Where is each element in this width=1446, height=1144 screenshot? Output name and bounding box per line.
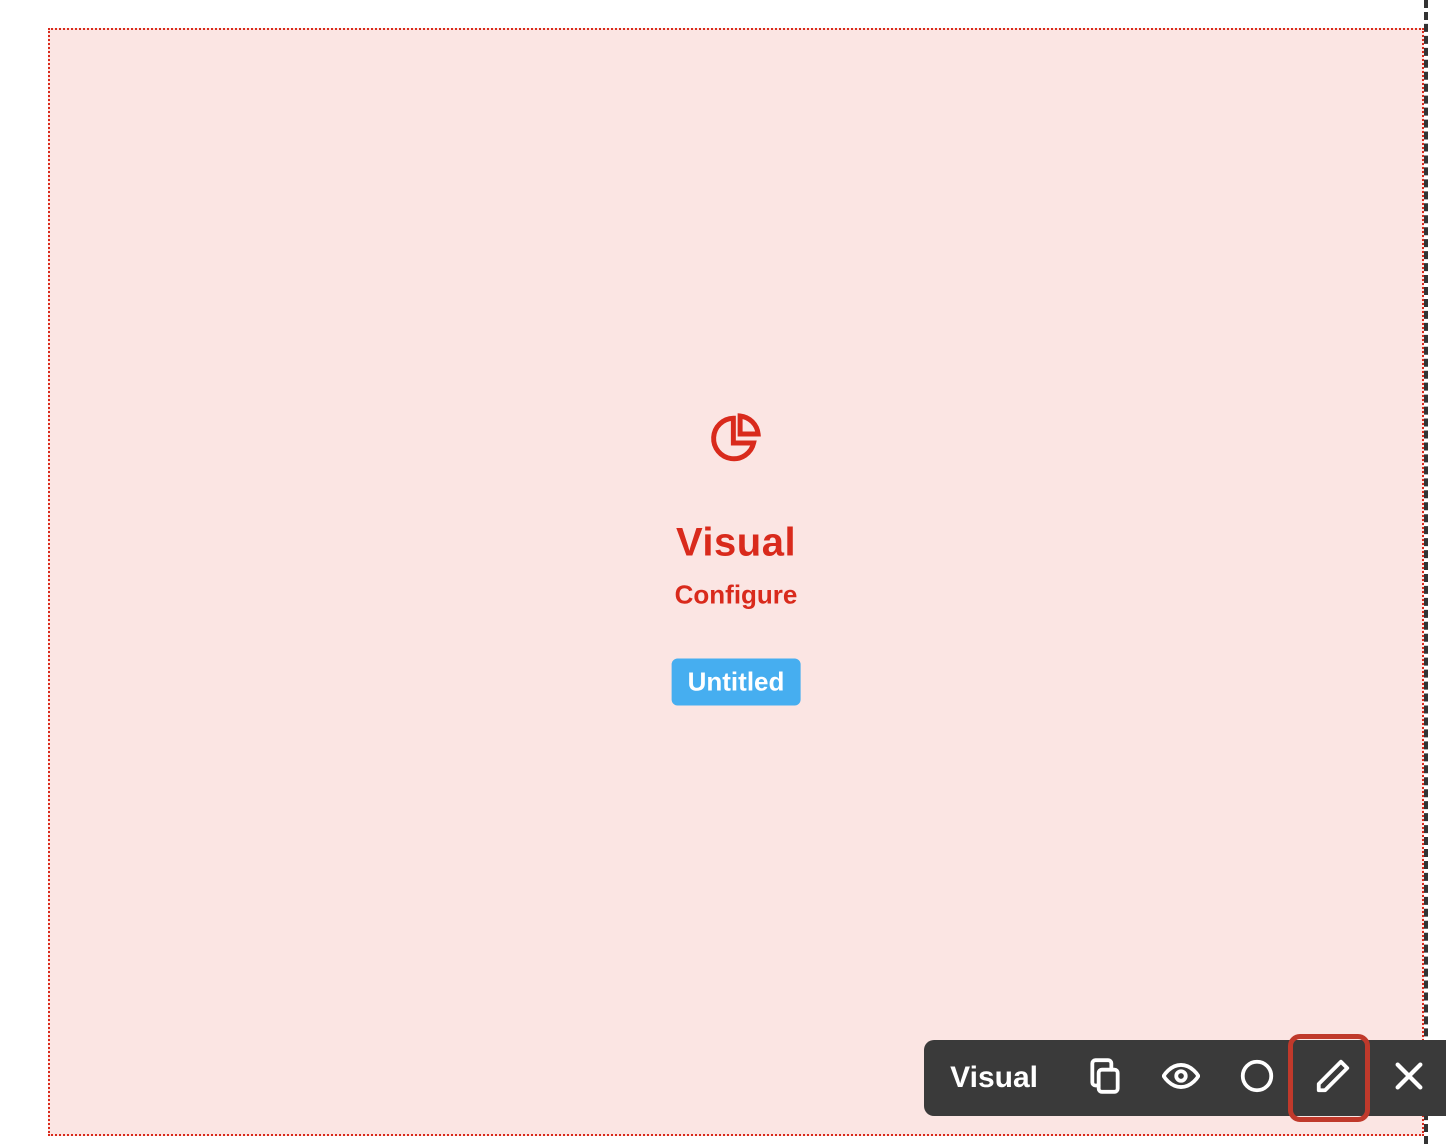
duplicate-button[interactable] [1078,1051,1132,1105]
close-icon [1392,1059,1426,1098]
block-name-badge[interactable]: Untitled [672,658,801,705]
block-title: Visual [676,520,796,565]
circle-icon [1238,1057,1276,1100]
block-toolbar: Visual [924,1040,1446,1116]
pencil-icon [1314,1057,1352,1100]
eye-icon [1162,1057,1200,1100]
toolbar-label: Visual [950,1061,1038,1095]
visual-block[interactable]: Visual Configure Untitled [48,28,1424,1136]
canvas-right-edge [1424,0,1428,1144]
visual-block-content: Visual Configure Untitled [672,411,801,705]
configure-link[interactable]: Configure [675,579,798,610]
edit-button[interactable] [1306,1051,1360,1105]
pie-chart-icon [709,411,763,470]
close-button[interactable] [1382,1051,1436,1105]
preview-button[interactable] [1154,1051,1208,1105]
status-button[interactable] [1230,1051,1284,1105]
duplicate-icon [1086,1057,1124,1100]
